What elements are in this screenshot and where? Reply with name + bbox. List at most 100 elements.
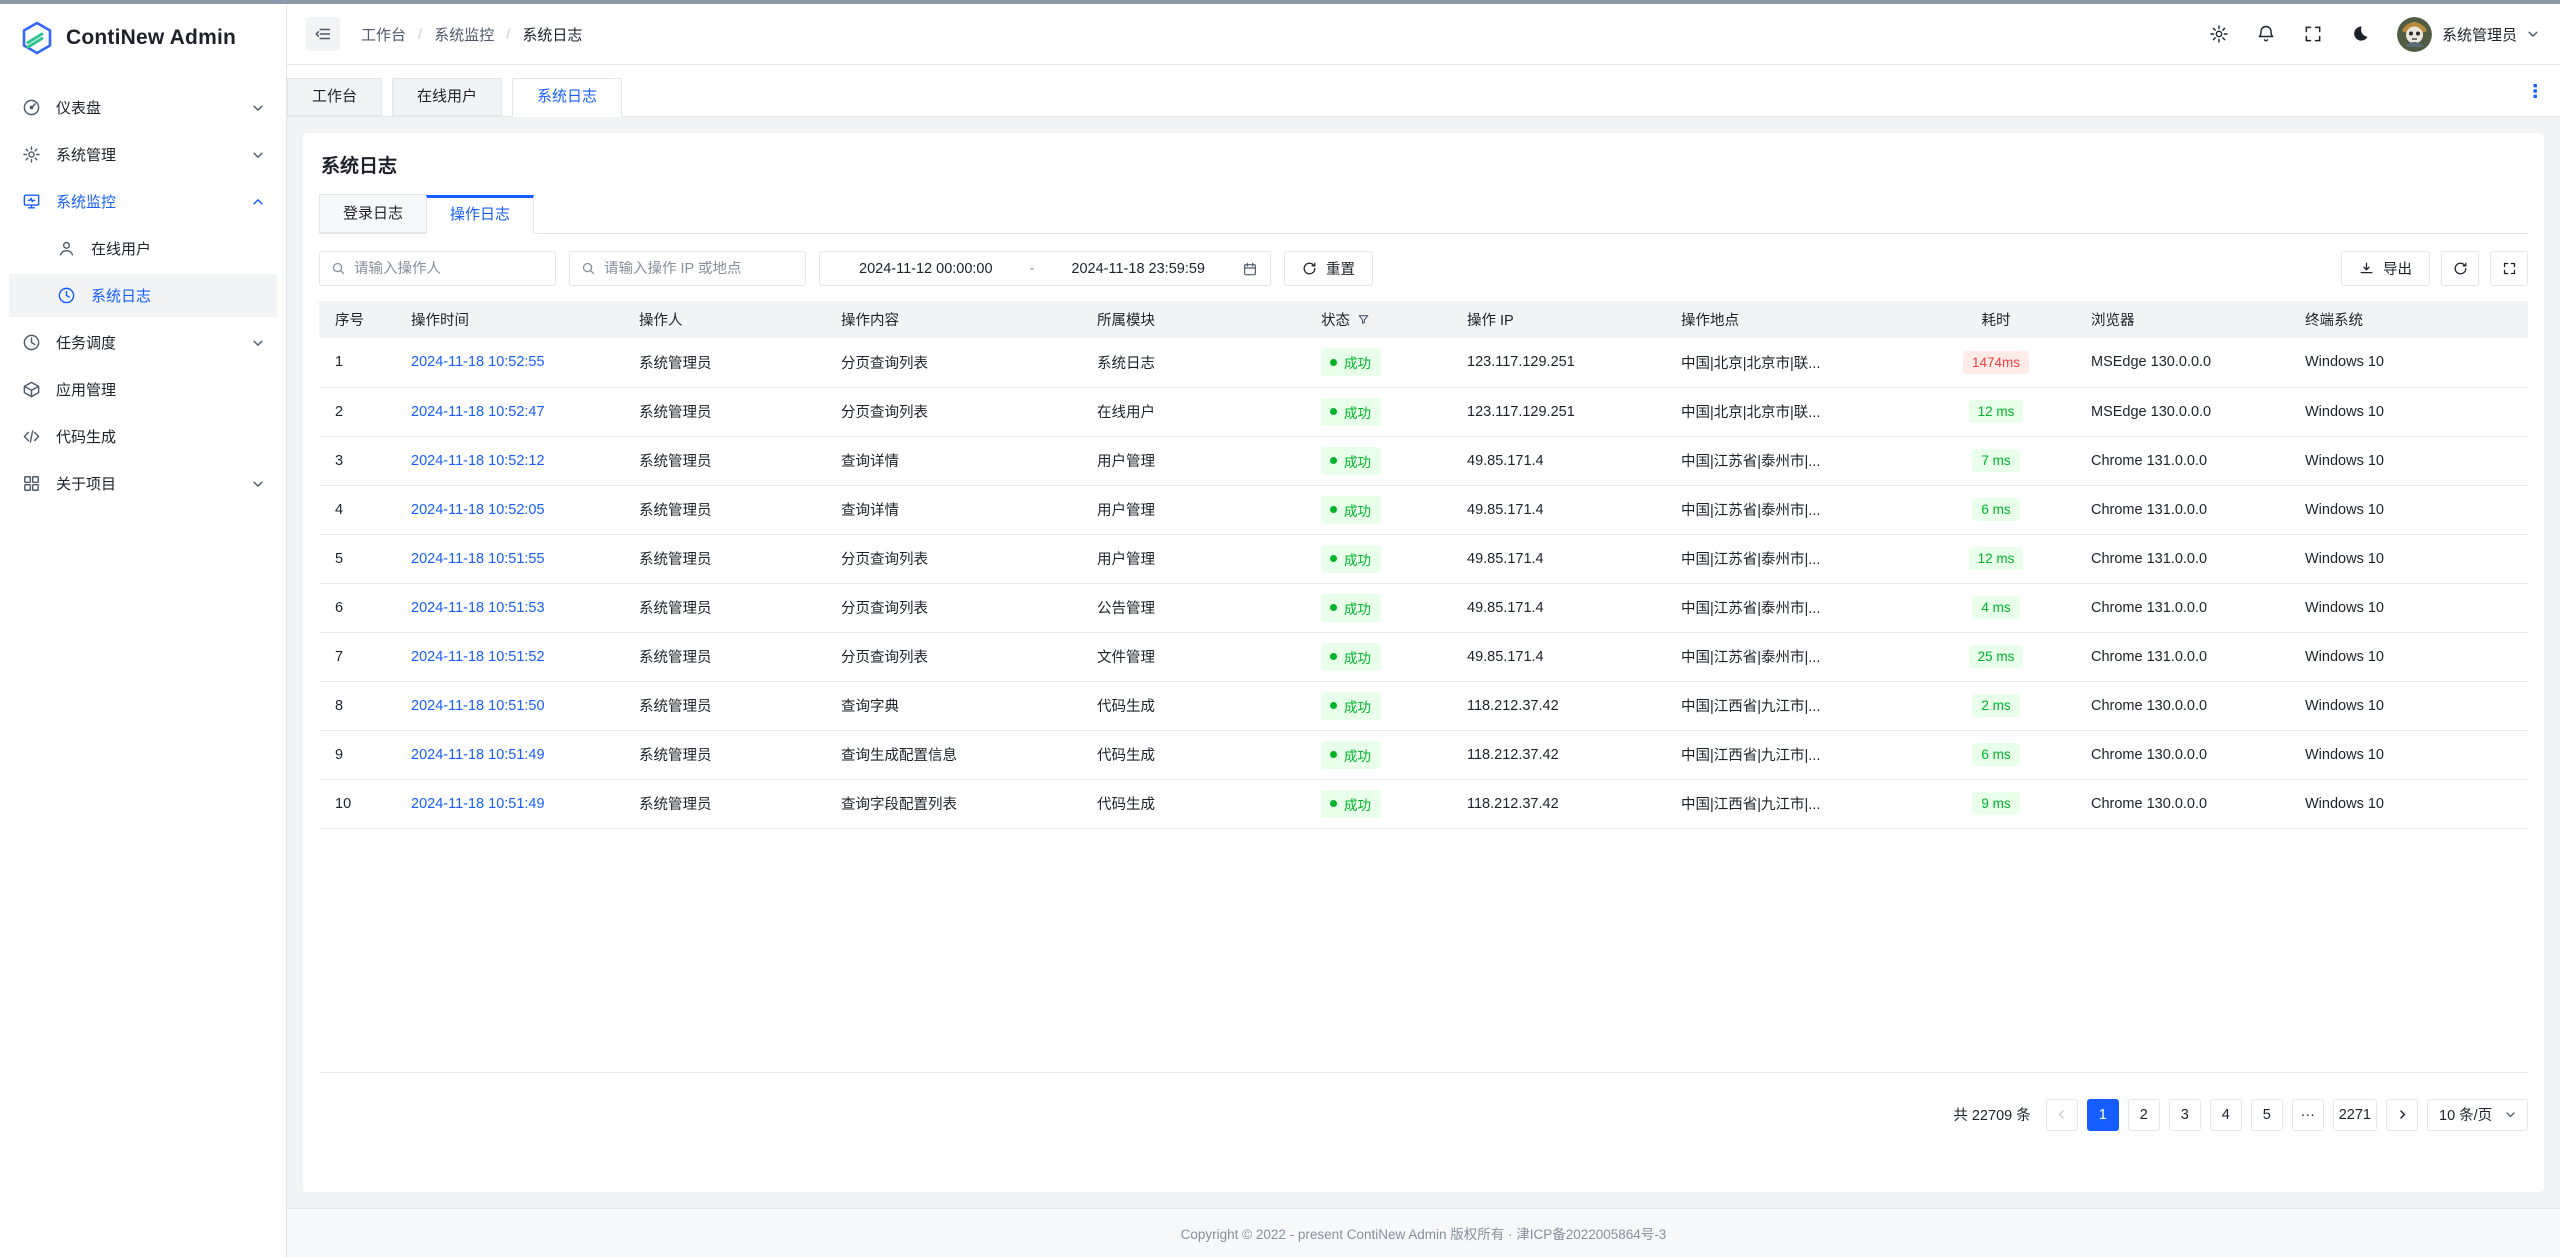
sidebar-item-online-users[interactable]: 在线用户 [9,227,277,270]
cell-no: 6 [319,583,395,632]
date-range-picker[interactable]: 2024-11-12 00:00:00 - 2024-11-18 23:59:5… [819,251,1271,286]
cell-time-link[interactable]: 2024-11-18 10:52:55 [395,338,623,387]
tab-login-log[interactable]: 登录日志 [319,194,427,233]
cell-no: 2 [319,387,395,436]
status-dot [1330,751,1337,758]
page-tab-system-log[interactable]: 系统日志 [512,78,622,117]
pagination-page-3[interactable]: 3 [2169,1099,2201,1131]
status-badge: 成功 [1321,545,1381,573]
pagination-next-button[interactable] [2386,1099,2418,1131]
duration-badge: 25 ms [1969,645,2024,668]
duration-badge: 7 ms [1972,449,2019,472]
user-icon [57,239,76,258]
pagination-page-2[interactable]: 2 [2128,1099,2160,1131]
cell-time-link[interactable]: 2024-11-18 10:51:50 [395,681,623,730]
cell-module: 代码生成 [1081,730,1305,779]
cell-operator: 系统管理员 [623,583,825,632]
cell-module: 代码生成 [1081,779,1305,828]
cell-status: 成功 [1305,632,1451,681]
cell-operator: 系统管理员 [623,387,825,436]
export-button[interactable]: 导出 [2341,251,2430,286]
cell-browser: Chrome 131.0.0.0 [2075,485,2289,534]
tab-operation-log[interactable]: 操作日志 [426,195,534,234]
cell-operator: 系统管理员 [623,338,825,387]
cell-browser: Chrome 131.0.0.0 [2075,632,2289,681]
page-tab-workbench[interactable]: 工作台 [287,78,382,116]
logo-icon [19,20,55,56]
table-fullscreen-button[interactable] [2490,251,2528,286]
sidebar-item-system-monitor[interactable]: 系统监控 [9,180,277,223]
cell-time-link[interactable]: 2024-11-18 10:51:52 [395,632,623,681]
duration-badge: 1474ms [1963,351,2029,374]
column-header-status: 状态 [1305,301,1451,338]
cell-browser: Chrome 131.0.0.0 [2075,583,2289,632]
table-row: 2 2024-11-18 10:52:47 系统管理员 分页查询列表 在线用户 … [319,387,2528,436]
sidebar-item-about-project[interactable]: 关于项目 [9,462,277,505]
cell-time-link[interactable]: 2024-11-18 10:51:53 [395,583,623,632]
cell-no: 5 [319,534,395,583]
cell-duration: 4 ms [1917,583,2075,632]
status-badge: 成功 [1321,692,1381,720]
cell-browser: MSEdge 130.0.0.0 [2075,338,2289,387]
status-badge: 成功 [1321,594,1381,622]
settings-gear-icon[interactable] [2209,24,2229,44]
pagination-page-1[interactable]: 1 [2087,1099,2119,1131]
cell-time-link[interactable]: 2024-11-18 10:52:47 [395,387,623,436]
cell-time-link[interactable]: 2024-11-18 10:52:12 [395,436,623,485]
tab-more-dots-icon[interactable] [2524,79,2546,103]
page-tab-online-users[interactable]: 在线用户 [392,78,502,116]
cell-duration: 12 ms [1917,387,2075,436]
notification-bell-icon[interactable] [2256,24,2276,44]
status-dot [1330,800,1337,807]
sidebar: ContiNew Admin 仪表盘 [0,4,287,1257]
app-logo[interactable]: ContiNew Admin [0,4,286,66]
sidebar-item-app-management[interactable]: 应用管理 [9,368,277,411]
cell-ip: 123.117.129.251 [1451,338,1665,387]
status-dot [1330,408,1337,415]
sidebar-item-system-log[interactable]: 系统日志 [9,274,277,317]
status-badge: 成功 [1321,790,1381,818]
sidebar-item-system-management[interactable]: 系统管理 [9,133,277,176]
cell-content: 分页查询列表 [825,632,1081,681]
sidebar-item-label: 应用管理 [56,379,116,400]
column-header-ip: 操作 IP [1451,301,1665,338]
duration-badge: 6 ms [1972,743,2019,766]
pagination-prev-button[interactable] [2046,1099,2078,1131]
cell-time-link[interactable]: 2024-11-18 10:52:05 [395,485,623,534]
operator-search-input[interactable] [354,261,544,277]
pagination-total: 共 22709 条 [1953,1104,2030,1125]
sidebar-item-code-generation[interactable]: 代码生成 [9,415,277,458]
sidebar-collapse-button[interactable] [306,17,340,51]
filter-funnel-icon[interactable] [1357,313,1370,326]
cell-time-link[interactable]: 2024-11-18 10:51:55 [395,534,623,583]
dark-mode-moon-icon[interactable] [2350,24,2370,44]
status-header-label: 状态 [1321,309,1350,330]
system-log-card: 系统日志 登录日志 操作日志 [303,133,2544,1192]
sidebar-item-task-scheduler[interactable]: 任务调度 [9,321,277,364]
sidebar-item-dashboard[interactable]: 仪表盘 [9,86,277,129]
table-empty-space [319,829,2528,1073]
reset-button[interactable]: 重置 [1284,251,1373,286]
user-menu[interactable]: 系统管理员 [2397,17,2539,52]
export-label: 导出 [2383,258,2412,279]
breadcrumb-item[interactable]: 系统监控 [434,24,494,45]
cell-ip: 123.117.129.251 [1451,387,1665,436]
breadcrumb-item[interactable]: 工作台 [361,24,406,45]
page-title: 系统日志 [321,151,2528,178]
dashboard-icon [22,98,41,117]
refresh-table-button[interactable] [2441,251,2479,286]
cell-time-link[interactable]: 2024-11-18 10:51:49 [395,779,623,828]
cell-status: 成功 [1305,730,1451,779]
ip-search-input[interactable] [604,261,794,277]
page-size-select[interactable]: 10 条/页 [2427,1099,2528,1131]
cell-os: Windows 10 [2289,779,2528,828]
download-icon [2359,261,2374,276]
cell-time-link[interactable]: 2024-11-18 10:51:49 [395,730,623,779]
cell-operator: 系统管理员 [623,779,825,828]
pagination-page-4[interactable]: 4 [2210,1099,2242,1131]
pagination-ellipsis[interactable]: ··· [2292,1099,2324,1131]
pagination-page-5[interactable]: 5 [2251,1099,2283,1131]
fullscreen-icon[interactable] [2303,24,2323,44]
pagination-page-last[interactable]: 2271 [2333,1099,2377,1131]
cell-operator: 系统管理员 [623,534,825,583]
